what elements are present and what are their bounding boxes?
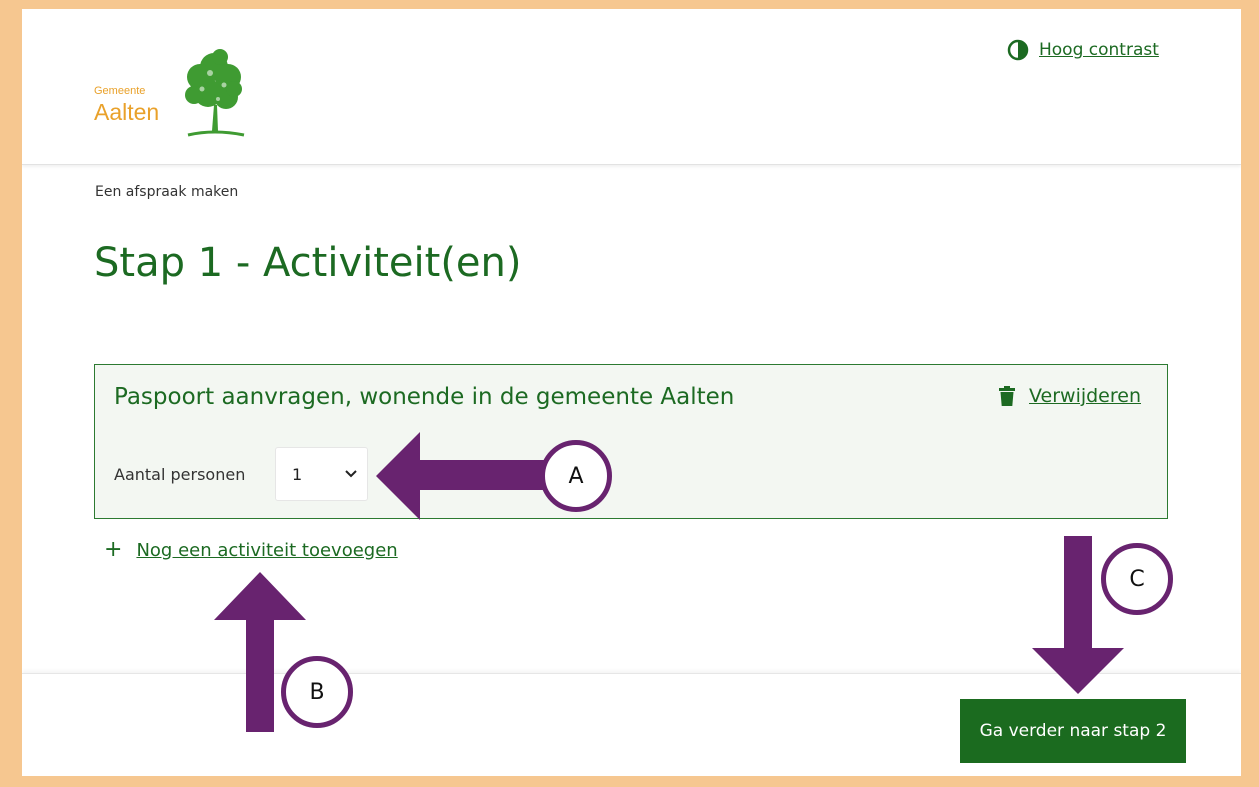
site-header: Gemeente Aalten Hoog contrast (22, 9, 1241, 165)
persons-select[interactable]: 1 (275, 447, 368, 501)
trash-icon (999, 386, 1015, 406)
next-step-button[interactable]: Ga verder naar stap 2 (960, 699, 1186, 763)
remove-activity-label[interactable]: Verwijderen (1029, 385, 1141, 407)
logo-big-text: Aalten (94, 99, 160, 125)
add-activity-link[interactable]: + Nog een activiteit toevoegen (104, 539, 398, 561)
chevron-down-icon (345, 470, 357, 478)
municipality-logo[interactable]: Gemeente Aalten (94, 45, 254, 145)
add-activity-label[interactable]: Nog een activiteit toevoegen (136, 540, 397, 561)
activity-card: Paspoort aanvragen, wonende in de gemeen… (94, 364, 1168, 519)
contrast-icon (1007, 39, 1029, 61)
tree-logo-icon (185, 49, 245, 137)
page-title: Stap 1 - Activiteit(en) (94, 240, 522, 286)
logo-small-text: Gemeente (94, 85, 146, 97)
annotation-marker-b: B (281, 656, 353, 728)
breadcrumb: Een afspraak maken (95, 184, 239, 200)
high-contrast-link[interactable]: Hoog contrast (1039, 40, 1159, 60)
activity-title: Paspoort aanvragen, wonende in de gemeen… (114, 384, 735, 410)
persons-select-value: 1 (292, 464, 303, 484)
annotation-marker-c: C (1101, 543, 1173, 615)
annotation-marker-a: A (540, 440, 612, 512)
plus-icon: + (104, 537, 123, 562)
remove-activity-button[interactable]: Verwijderen (999, 385, 1141, 407)
persons-label: Aantal personen (114, 465, 246, 484)
high-contrast-toggle[interactable]: Hoog contrast (1007, 39, 1159, 61)
